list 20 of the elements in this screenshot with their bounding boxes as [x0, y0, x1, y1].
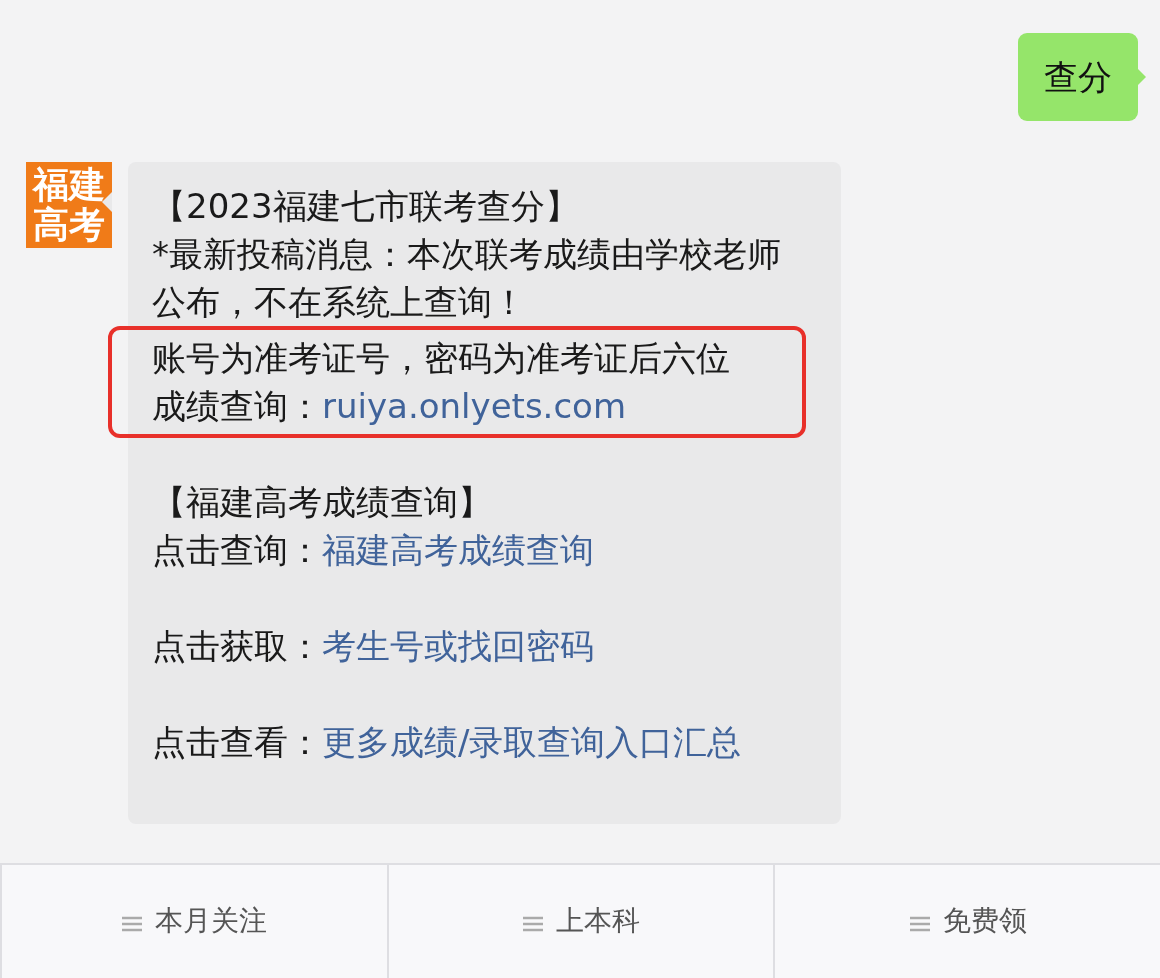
message-text: 点击查看：	[152, 722, 322, 762]
sent-message-bubble: 查分	[1018, 33, 1138, 121]
menu-icon	[522, 915, 544, 934]
bubble-tail	[1138, 69, 1146, 85]
message-text: 点击查询：	[152, 530, 322, 570]
message-text: 【福建高考成绩查询】	[152, 481, 493, 524]
menu-icon	[121, 915, 144, 934]
message-text: 成绩查询：	[152, 386, 322, 426]
bubble-tail	[102, 192, 112, 212]
logo-text: 高考	[33, 205, 105, 245]
message-link[interactable]: ruiya.onlyets.com	[322, 386, 627, 426]
message-text: 【2023福建七市联考查分】	[152, 185, 580, 228]
message-link[interactable]: 更多成绩/录取查询入口汇总	[322, 722, 742, 762]
logo-text: 福建	[33, 165, 105, 205]
message-text: *最新投稿消息：本次联考成绩由学校老师公布，不在系统上查询！	[152, 233, 782, 324]
message-link[interactable]: 考生号或找回密码	[322, 626, 594, 666]
message-text: 账号为准考证号，密码为准考证后六位	[152, 337, 731, 380]
message-text: 点击获取：	[152, 626, 322, 666]
menu-icon	[908, 915, 931, 934]
message-link[interactable]: 福建高考成绩查询	[322, 530, 594, 570]
